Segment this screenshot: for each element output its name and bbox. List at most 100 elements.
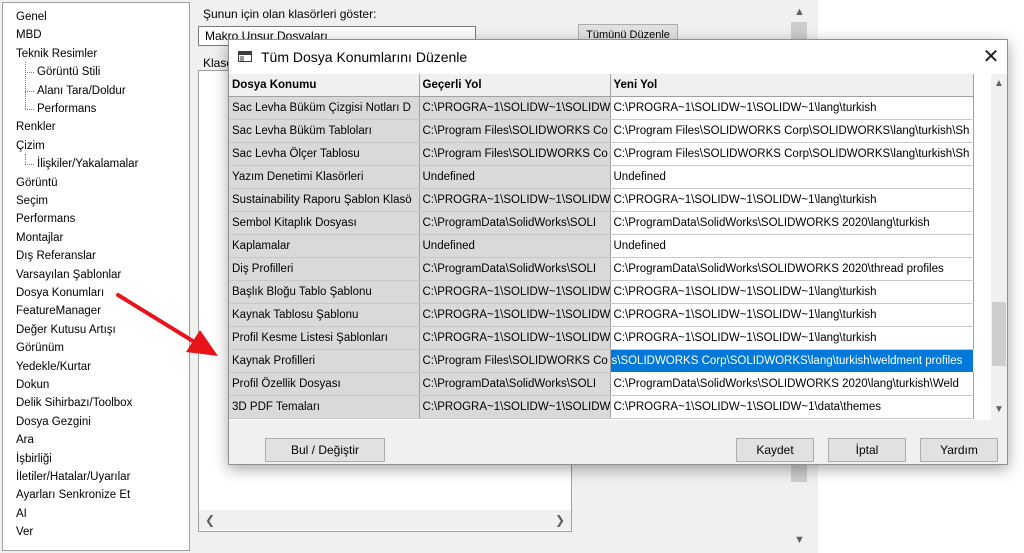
- tree-item[interactable]: Dosya Konumları: [16, 285, 104, 301]
- current-path-cell[interactable]: C:\ProgramData\SolidWorks\SOLI: [419, 372, 611, 396]
- tree-item[interactable]: Çizim: [16, 138, 45, 154]
- current-path-cell[interactable]: C:\Program Files\SOLIDWORKS Co: [419, 142, 611, 166]
- table-row[interactable]: Kaynak Tablosu Şablonu C:\PROGRA~1\SOLIDW…: [229, 303, 974, 327]
- tree-item[interactable]: FeatureManager: [16, 303, 101, 319]
- current-path-cell[interactable]: Undefined: [419, 165, 611, 189]
- scroll-up-icon[interactable]: ▲: [794, 6, 805, 18]
- current-path-cell[interactable]: C:\ProgramData\SolidWorks\SOLI: [419, 211, 611, 235]
- close-icon[interactable]: ✕: [979, 45, 1003, 69]
- current-path-cell[interactable]: C:\Program Files\SOLIDWORKS Co: [419, 349, 611, 373]
- location-cell[interactable]: Sembol Kitaplık Dosyası: [229, 211, 420, 235]
- location-cell[interactable]: Yazım Denetimi Klasörleri: [229, 165, 420, 189]
- column-header-location[interactable]: Dosya Konumu: [229, 74, 420, 97]
- location-cell[interactable]: Sac Levha Büküm Çizgisi Notları D: [229, 96, 420, 120]
- tree-item[interactable]: Performans: [37, 101, 96, 117]
- tree-item[interactable]: Görünüm: [16, 340, 64, 356]
- table-row[interactable]: 3D PDF Temaları C:\PROGRA~1\SOLIDW~1\SOLI…: [229, 395, 974, 419]
- scroll-down-icon[interactable]: ▼: [794, 534, 805, 546]
- location-cell[interactable]: Sustainability Raporu Şablon Klasö: [229, 188, 420, 212]
- scroll-down-icon[interactable]: ▼: [994, 404, 1004, 415]
- current-path-cell[interactable]: Undefined: [419, 234, 611, 258]
- find-replace-button[interactable]: Bul / Değiştir: [265, 438, 385, 462]
- table-row[interactable]: Yazım Denetimi Klasörleri Undefined Undefi…: [229, 165, 974, 189]
- location-cell[interactable]: Başlık Bloğu Tablo Şablonu: [229, 280, 420, 304]
- current-path-cell[interactable]: C:\Program Files\SOLIDWORKS Co: [419, 119, 611, 143]
- tree-item[interactable]: Ara: [16, 432, 34, 448]
- location-cell[interactable]: Kaynak Tablosu Şablonu: [229, 303, 420, 327]
- tree-item[interactable]: MBD: [16, 27, 42, 43]
- new-path-cell[interactable]: C:\ProgramData\SolidWorks\SOLIDWORKS 202…: [610, 372, 974, 396]
- folders-horizontal-scrollbar[interactable]: ❮ ❯: [199, 510, 571, 530]
- table-row[interactable]: Başlık Bloğu Tablo Şablonu C:\PROGRA~1\SO…: [229, 280, 974, 304]
- location-cell[interactable]: Sac Levha Büküm Tabloları: [229, 119, 420, 143]
- tree-item[interactable]: Genel: [16, 9, 47, 25]
- table-row[interactable]: Sac Levha Ölçer Tablosu C:\Program Files\…: [229, 142, 974, 166]
- tree-item[interactable]: Yedekle/Kurtar: [16, 359, 91, 375]
- new-path-cell[interactable]: C:\PROGRA~1\SOLIDW~1\SOLIDW~1\lang\turki…: [610, 303, 974, 327]
- grid-vertical-scrollbar[interactable]: ▲ ▼: [991, 74, 1007, 420]
- tree-item[interactable]: Alanı Tara/Doldur: [37, 83, 126, 99]
- location-cell[interactable]: Sac Levha Ölçer Tablosu: [229, 142, 420, 166]
- tree-item[interactable]: Seçim: [16, 193, 48, 209]
- tree-item[interactable]: Montajlar: [16, 230, 63, 246]
- location-cell[interactable]: Kaynak Profilleri: [229, 349, 420, 373]
- tree-item[interactable]: İşbirliği: [16, 451, 52, 467]
- location-cell[interactable]: 3D PDF Temaları: [229, 395, 420, 419]
- new-path-cell[interactable]: Undefined: [610, 234, 974, 258]
- current-path-cell[interactable]: C:\ProgramData\SolidWorks\SOLI: [419, 257, 611, 281]
- new-path-cell[interactable]: C:\ProgramData\SolidWorks\SOLIDWORKS 202…: [610, 257, 974, 281]
- location-cell[interactable]: Kaplamalar: [229, 234, 420, 258]
- scroll-up-icon[interactable]: ▲: [994, 78, 1004, 89]
- scroll-thumb[interactable]: [992, 302, 1006, 366]
- location-cell[interactable]: Diş Profilleri: [229, 257, 420, 281]
- current-path-cell[interactable]: C:\PROGRA~1\SOLIDW~1\SOLIDW: [419, 280, 611, 304]
- new-path-edit-text[interactable]: s\SOLIDWORKS Corp\SOLIDWORKS\lang\turkis…: [612, 355, 973, 367]
- tree-item[interactable]: AI: [16, 506, 27, 522]
- current-path-cell[interactable]: C:\PROGRA~1\SOLIDW~1\SOLIDW: [419, 303, 611, 327]
- tree-item[interactable]: Performans: [16, 211, 75, 227]
- tree-item[interactable]: Dış Referanslar: [16, 248, 96, 264]
- new-path-cell[interactable]: Undefined: [610, 165, 974, 189]
- table-row[interactable]: Sembol Kitaplık Dosyası C:\ProgramData\So…: [229, 211, 974, 235]
- save-button[interactable]: Kaydet: [736, 438, 814, 462]
- current-path-cell[interactable]: C:\PROGRA~1\SOLIDW~1\SOLIDW: [419, 395, 611, 419]
- table-row[interactable]: Sustainability Raporu Şablon Klasö C:\PRO…: [229, 188, 974, 212]
- tree-item[interactable]: Varsayılan Şablonlar: [16, 267, 121, 283]
- current-path-cell[interactable]: C:\PROGRA~1\SOLIDW~1\SOLIDW: [419, 188, 611, 212]
- new-path-cell[interactable]: C:\Program Files\SOLIDWORKS Corp\SOLIDWO…: [610, 119, 974, 143]
- table-row[interactable]: Profil Kesme Listesi Şablonları C:\PROGRA…: [229, 326, 974, 350]
- tree-item[interactable]: Delik Sihirbazı/Toolbox: [16, 395, 132, 411]
- table-row[interactable]: Sac Levha Büküm Çizgisi Notları D C:\PROG…: [229, 96, 974, 120]
- tree-item[interactable]: Görüntü Stili: [37, 64, 100, 80]
- tree-item[interactable]: Ver: [16, 524, 33, 540]
- scroll-left-icon[interactable]: ❮: [205, 513, 215, 527]
- cancel-button[interactable]: İptal: [828, 438, 906, 462]
- new-path-cell[interactable]: C:\PROGRA~1\SOLIDW~1\SOLIDW~1\data\theme…: [610, 395, 974, 419]
- tree-item[interactable]: Dosya Gezgini: [16, 414, 91, 430]
- tree-item[interactable]: Ayarları Senkronize Et: [16, 487, 130, 503]
- new-path-cell[interactable]: C:\PROGRA~1\SOLIDW~1\SOLIDW~1\lang\turki…: [610, 96, 974, 120]
- new-path-cell[interactable]: C:\PROGRA~1\SOLIDW~1\SOLIDW~1\lang\turki…: [610, 280, 974, 304]
- table-row[interactable]: Profil Özellik Dosyası C:\ProgramData\Sol…: [229, 372, 974, 396]
- new-path-cell[interactable]: C:\Program Files\SOLIDWORKS Corp\SOLIDWO…: [610, 142, 974, 166]
- tree-item[interactable]: Dokun: [16, 377, 49, 393]
- tree-item[interactable]: İletiler/Hatalar/Uyarılar: [16, 469, 130, 485]
- help-button[interactable]: Yardım: [920, 438, 998, 462]
- column-header-current-path[interactable]: Geçerli Yol: [419, 74, 611, 97]
- table-row[interactable]: Kaplamalar Undefined Undefined: [229, 234, 974, 258]
- current-path-cell[interactable]: C:\PROGRA~1\SOLIDW~1\SOLIDW: [419, 96, 611, 120]
- tree-item[interactable]: Teknik Resimler: [16, 46, 97, 62]
- table-row[interactable]: Diş Profilleri C:\ProgramData\SolidWorks\…: [229, 257, 974, 281]
- tree-item[interactable]: Değer Kutusu Artışı: [16, 322, 116, 338]
- new-path-cell[interactable]: C:\PROGRA~1\SOLIDW~1\SOLIDW~1\lang\turki…: [610, 326, 974, 350]
- new-path-cell[interactable]: C:\PROGRA~1\SOLIDW~1\SOLIDW~1\lang\turki…: [610, 188, 974, 212]
- table-row[interactable]: Sac Levha Büküm Tabloları C:\Program File…: [229, 119, 974, 143]
- scroll-right-icon[interactable]: ❯: [555, 513, 565, 527]
- new-path-cell[interactable]: s\SOLIDWORKS Corp\SOLIDWORKS\lang\turkis…: [609, 348, 974, 373]
- tree-item[interactable]: İlişkiler/Yakalamalar: [37, 156, 138, 172]
- column-header-new-path[interactable]: Yeni Yol: [610, 74, 974, 97]
- new-path-cell[interactable]: C:\ProgramData\SolidWorks\SOLIDWORKS 202…: [610, 211, 974, 235]
- tree-item[interactable]: Renkler: [16, 119, 56, 135]
- tree-item[interactable]: Görüntü: [16, 175, 58, 191]
- location-cell[interactable]: Profil Özellik Dosyası: [229, 372, 420, 396]
